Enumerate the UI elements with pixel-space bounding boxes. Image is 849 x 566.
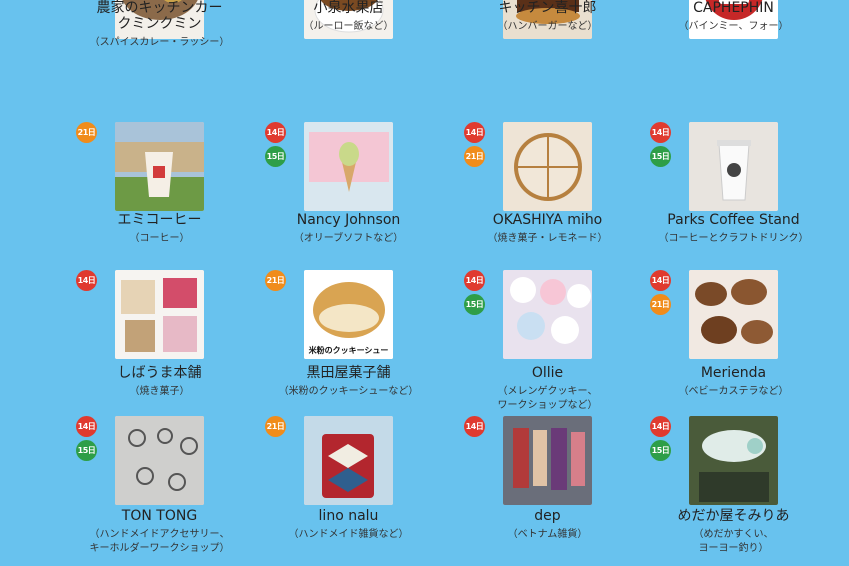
vietnam-goods-photo [503, 416, 592, 505]
date-badge-21: 21日 [265, 416, 286, 437]
vendor-description: （ハンドメイドアクセサリー、 キーホルダーワークショップ） [89, 529, 230, 554]
date-badge-14: 14日 [76, 416, 97, 437]
vendor-name: TON TONG [121, 508, 198, 524]
vendor-card: 14日 15日めだか屋そみりあ （めだかすくい、 ヨーヨー釣り） [634, 0, 833, 566]
vendor-card: 14日 dep （ベトナム雑貨） [448, 0, 647, 566]
vendor-grid: 農家のキッチンカー クミンクミン （スパイスカレー・ラッシー） 小泉水果店 （ルーロー飯… [0, 0, 849, 566]
vendor-name: めだか屋そみりあ [677, 508, 790, 524]
vendor-description: （ハンドメイド雑貨など） [288, 529, 409, 540]
date-badge-14: 14日 [464, 416, 485, 437]
bag-photo [304, 416, 393, 505]
date-badge-14: 14日 [650, 416, 671, 437]
vendor-card: 14日 15日 TON TONG （ハンドメイドアクセサリー、 キーホルダーワークショッ… [60, 0, 259, 566]
medaka-scooping-photo [689, 416, 778, 505]
silver-rings-photo [115, 416, 204, 505]
vendor-description: （めだかすくい、 ヨーヨー釣り） [693, 529, 774, 554]
vendor-name: dep [534, 508, 561, 524]
vendor-name: lino nalu [318, 508, 379, 524]
vendor-description: （ベトナム雑貨） [507, 529, 588, 540]
date-badge-15: 15日 [650, 440, 671, 461]
date-badge-15: 15日 [76, 440, 97, 461]
vendor-card: 21日 lino nalu （ハンドメイド雑貨など） [249, 0, 448, 566]
